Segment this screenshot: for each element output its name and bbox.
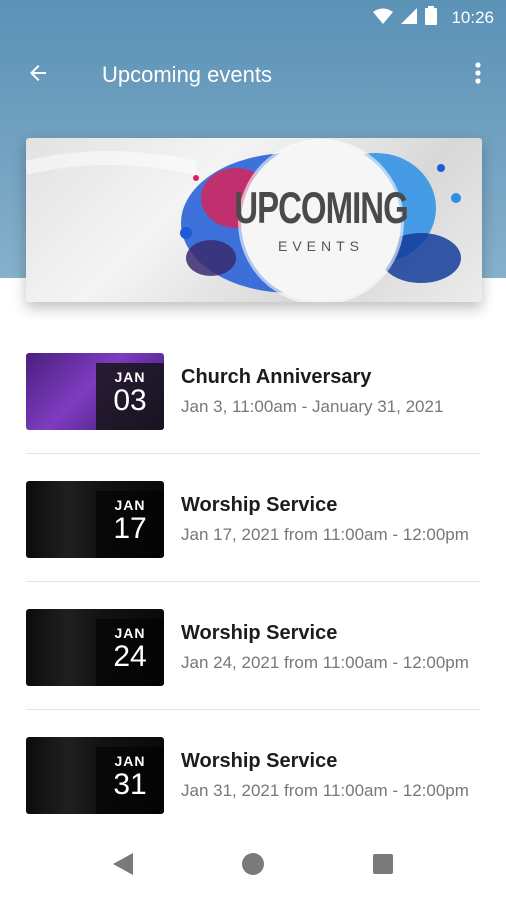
- events-list: JAN 03 Church Anniversary Jan 3, 11:00am…: [0, 326, 506, 838]
- nav-back-icon: [113, 852, 133, 880]
- nav-recents-icon: [373, 853, 393, 879]
- event-datetime: Jan 24, 2021 from 11:00am - 12:00pm: [181, 653, 469, 672]
- banner-subtitle: EVENTS: [277, 237, 364, 254]
- wifi-icon: [373, 8, 394, 29]
- overflow-menu-button[interactable]: [454, 47, 502, 103]
- event-thumbnail: JAN 17: [26, 481, 164, 558]
- event-row[interactable]: JAN 03 Church Anniversary Jan 3, 11:00am…: [0, 326, 506, 454]
- system-nav-bar: [0, 832, 506, 900]
- event-datetime: Jan 3, 11:00am - January 31, 2021: [181, 397, 444, 416]
- event-thumbnail: JAN 31: [26, 737, 164, 814]
- event-day: 31: [113, 768, 147, 801]
- banner-title: UPCOMING: [234, 182, 408, 232]
- event-month: JAN: [114, 497, 146, 513]
- date-badge: JAN 31: [96, 747, 164, 814]
- date-badge: JAN 24: [96, 619, 164, 686]
- event-row[interactable]: JAN 31 Worship Service Jan 31, 2021 from…: [0, 710, 506, 838]
- date-badge: JAN 03: [96, 363, 164, 430]
- signal-icon: [401, 7, 418, 29]
- event-month: JAN: [114, 369, 146, 385]
- event-row[interactable]: JAN 17 Worship Service Jan 17, 2021 from…: [0, 454, 506, 582]
- event-month: JAN: [114, 625, 146, 641]
- event-day: 24: [113, 640, 147, 673]
- nav-home-icon: [242, 852, 264, 880]
- more-vert-icon: [475, 61, 481, 89]
- nav-recents-button[interactable]: [368, 851, 398, 881]
- event-title: Church Anniversary: [181, 366, 372, 388]
- event-datetime: Jan 31, 2021 from 11:00am - 12:00pm: [181, 781, 469, 800]
- event-day: 17: [113, 512, 147, 545]
- battery-icon: [425, 6, 438, 30]
- page-title: Upcoming events: [102, 62, 272, 87]
- event-month: JAN: [114, 753, 146, 769]
- date-badge: JAN 17: [96, 491, 164, 558]
- banner-badge: UPCOMING EVENTS: [234, 142, 409, 302]
- back-button[interactable]: [8, 47, 68, 103]
- status-time: 10:26: [451, 8, 494, 27]
- event-title: Worship Service: [181, 494, 338, 516]
- event-thumbnail: JAN 03: [26, 353, 164, 430]
- event-title: Worship Service: [181, 750, 338, 772]
- events-banner: UPCOMING EVENTS: [26, 138, 482, 302]
- event-title: Worship Service: [181, 622, 338, 644]
- nav-back-button[interactable]: [108, 851, 138, 881]
- status-bar: 10:26: [0, 0, 506, 36]
- event-row[interactable]: JAN 24 Worship Service Jan 24, 2021 from…: [0, 582, 506, 710]
- event-datetime: Jan 17, 2021 from 11:00am - 12:00pm: [181, 525, 469, 544]
- arrow-back-icon: [26, 61, 50, 90]
- nav-home-button[interactable]: [238, 851, 268, 881]
- event-day: 03: [113, 384, 147, 417]
- app-bar: Upcoming events: [0, 42, 506, 108]
- event-thumbnail: JAN 24: [26, 609, 164, 686]
